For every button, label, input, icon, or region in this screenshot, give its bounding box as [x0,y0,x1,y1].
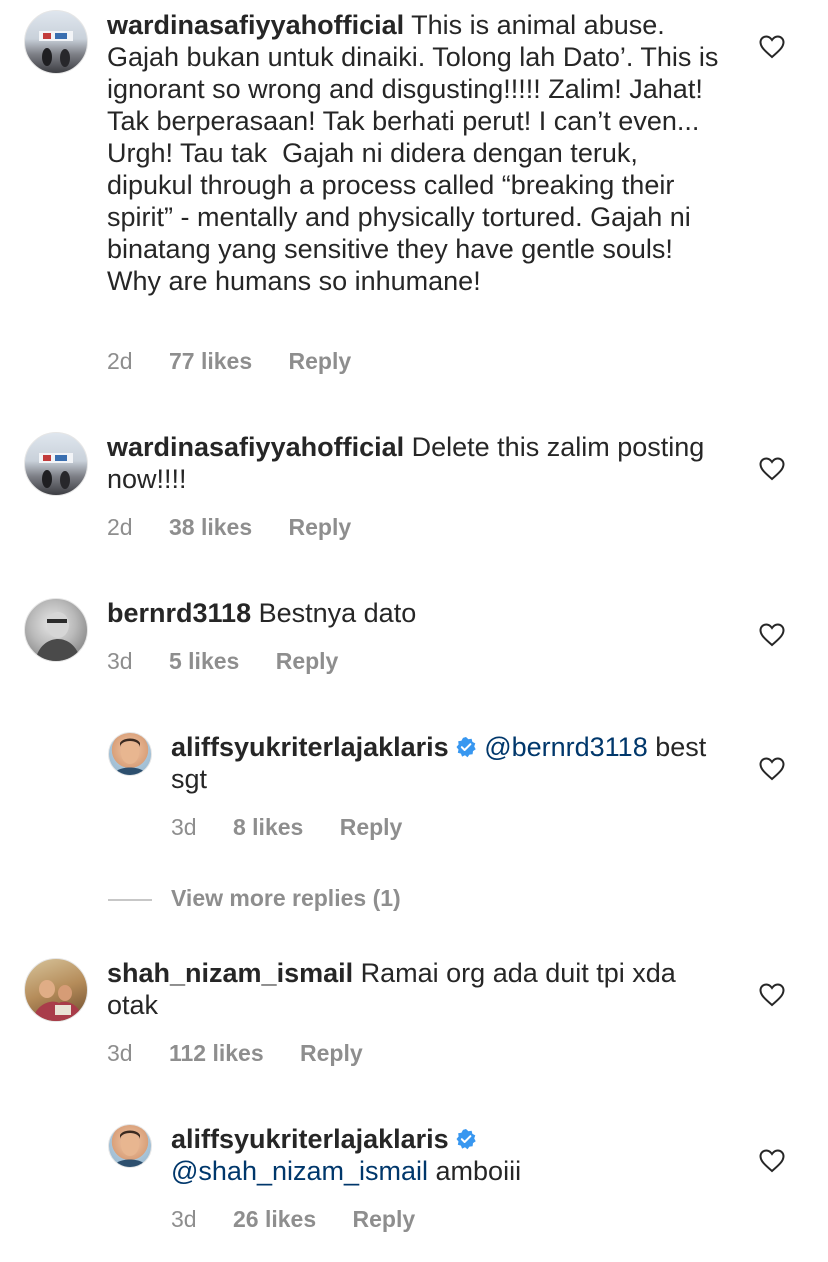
comment-body: aliffsyukriterlajaklaris @bernrd3118 bes… [171,731,711,795]
avatar[interactable] [24,432,88,496]
avatar-photo-icon [113,1130,147,1167]
comment-time: 3d [171,814,197,840]
reply-button[interactable]: Reply [340,814,403,841]
heart-outline-icon[interactable] [759,1149,785,1173]
reply-button[interactable]: Reply [289,514,352,541]
comment-body: shah_nizam_ismail Ramai org ada duit tpi… [107,957,727,1021]
comment-text: amboiii [435,1156,522,1186]
comment-time: 3d [107,648,133,674]
comment-time: 3d [171,1206,197,1232]
comment-username[interactable]: bernrd3118 [107,598,251,628]
comment-meta: 2d 77 likes Reply [107,348,351,375]
comment-likes[interactable]: 77 likes [169,348,252,375]
avatar-photo-icon [39,31,73,67]
comment-body: wardinasafiyyahofficial Delete this zali… [107,431,727,495]
comment-time: 3d [107,1040,133,1066]
comment-likes[interactable]: 8 likes [233,814,303,841]
heart-outline-icon[interactable] [759,623,785,647]
comment-username[interactable]: aliffsyukriterlajaklaris [171,1124,449,1154]
comment-username[interactable]: wardinasafiyyahofficial [107,10,404,40]
avatar[interactable] [24,958,88,1022]
avatar[interactable] [108,732,152,776]
comment-username[interactable]: shah_nizam_ismail [107,958,353,988]
reply-button[interactable]: Reply [300,1040,363,1067]
divider-line [108,899,152,901]
comment-likes[interactable]: 5 likes [169,648,239,675]
verified-badge-icon [456,1129,476,1150]
comment-meta: 3d 5 likes Reply [107,648,338,675]
avatar[interactable] [108,1124,152,1168]
comment-meta: 2d 38 likes Reply [107,514,351,541]
view-more-replies-label[interactable]: View more replies (1) [171,885,401,912]
comment-meta: 3d 26 likes Reply [171,1206,415,1233]
mention-link[interactable]: @shah_nizam_ismail [171,1156,428,1186]
comment-body: bernrd3118 Bestnya dato [107,597,727,629]
comment-likes[interactable]: 112 likes [169,1040,264,1067]
comment-body: aliffsyukriterlajaklaris @shah_nizam_isma… [171,1123,711,1187]
comment-text: This is animal abuse. Gajah bukan untuk … [107,10,726,296]
comment-meta: 3d 8 likes Reply [171,814,402,841]
comment-time: 2d [107,348,133,374]
heart-outline-icon[interactable] [759,757,785,781]
avatar-photo-icon [33,980,83,1021]
comment-username[interactable]: wardinasafiyyahofficial [107,432,404,462]
comment-likes[interactable]: 38 likes [169,514,252,541]
reply-button[interactable]: Reply [353,1206,416,1233]
mention-link[interactable]: @bernrd3118 [484,732,648,762]
avatar-photo-icon [35,612,81,661]
verified-badge-icon [456,737,476,758]
heart-outline-icon[interactable] [759,983,785,1007]
comment-body: wardinasafiyyahofficial This is animal a… [107,9,727,297]
comment-meta: 3d 112 likes Reply [107,1040,363,1067]
comment-time: 2d [107,514,133,540]
avatar-photo-icon [39,453,73,489]
comment-likes[interactable]: 26 likes [233,1206,316,1233]
heart-outline-icon[interactable] [759,35,785,59]
avatar[interactable] [24,10,88,74]
reply-button[interactable]: Reply [289,348,352,375]
avatar[interactable] [24,598,88,662]
comment-text: Bestnya dato [258,598,417,628]
comment-username[interactable]: aliffsyukriterlajaklaris [171,732,449,762]
reply-button[interactable]: Reply [276,648,339,675]
avatar-photo-icon [113,738,147,775]
heart-outline-icon[interactable] [759,457,785,481]
